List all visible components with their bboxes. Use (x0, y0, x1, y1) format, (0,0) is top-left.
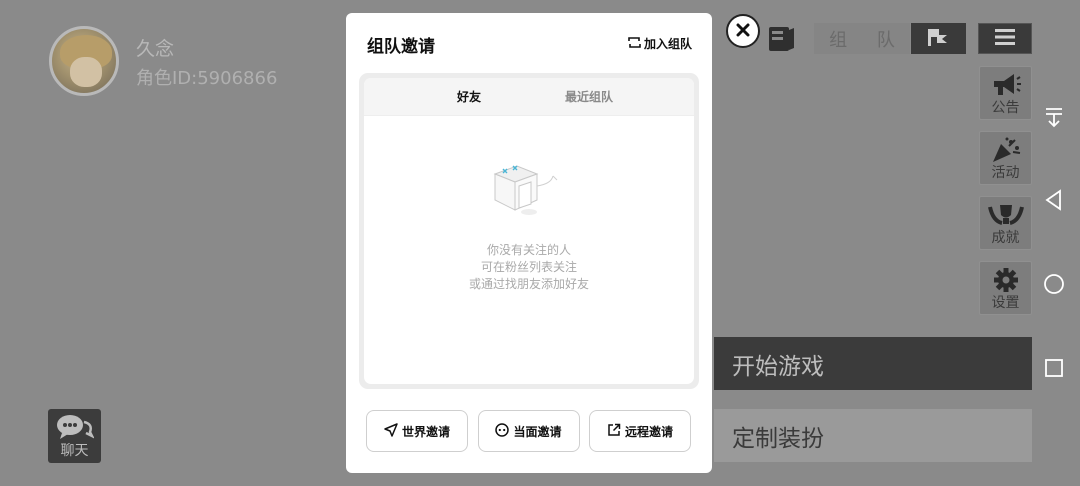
nav-home-icon[interactable] (1043, 273, 1065, 299)
remote-invite-label: 远程邀请 (624, 424, 673, 439)
nav-recents-icon[interactable] (1043, 357, 1065, 383)
customize-button[interactable]: 定制装扮 (714, 409, 1032, 462)
remote-invite-button[interactable]: 远程邀请 (589, 410, 691, 452)
empty-line: 你没有关注的人 (486, 243, 571, 257)
player-name: 久念 (136, 38, 175, 60)
team-invite-dialog: 组队邀请 加入组队 好友 最近组队 你没有关注的人 可在粉丝列表关注 或通过找朋… (346, 13, 712, 473)
sidebar-item-announcement[interactable]: 公告 (979, 66, 1032, 120)
empty-line: 或通过找朋友添加好友 (468, 277, 589, 291)
megaphone-icon (990, 71, 1022, 103)
flag-icon (926, 27, 952, 51)
face-to-face-invite-button[interactable]: 当面邀请 (477, 410, 580, 452)
panel-tabs: 好友 最近组队 (364, 78, 694, 116)
player-avatar[interactable] (49, 26, 119, 96)
send-icon (384, 422, 398, 440)
player-id: 角色ID:5906866 (136, 68, 278, 89)
face-icon (495, 422, 510, 440)
join-team-label: 加入组队 (643, 37, 692, 51)
dialog-title: 组队邀请 (367, 37, 435, 57)
gear-icon (992, 266, 1020, 298)
sidebar-item-events[interactable]: 活动 (979, 131, 1032, 185)
join-team-button[interactable]: 加入组队 (628, 35, 692, 52)
world-invite-button[interactable]: 世界邀请 (366, 410, 468, 452)
chat-button[interactable]: 聊天 (48, 409, 101, 463)
face-to-face-invite-label: 当面邀请 (513, 424, 562, 439)
close-modal-button[interactable] (726, 14, 760, 48)
trophy-wreath-icon (987, 201, 1025, 233)
handbook-icon[interactable] (766, 24, 796, 58)
chat-bubbles-icon (56, 414, 95, 444)
empty-line: 可在粉丝列表关注 (480, 260, 577, 274)
invite-options: 世界邀请 当面邀请 远程邀请 (366, 410, 691, 452)
party-popper-icon (989, 136, 1023, 168)
menu-button[interactable] (978, 23, 1032, 54)
nav-pulldown-icon[interactable] (1043, 106, 1065, 132)
external-link-icon (607, 423, 621, 440)
team-tab[interactable]: 组 队 (814, 23, 910, 54)
nav-back-icon[interactable] (1043, 189, 1065, 215)
swap-icon (628, 36, 641, 52)
sidebar-item-settings[interactable]: 设置 (979, 261, 1032, 315)
hamburger-icon (994, 28, 1016, 50)
empty-state-message: 你没有关注的人 可在粉丝列表关注 或通过找朋友添加好友 (364, 242, 694, 293)
tab-recent-teams[interactable]: 最近组队 (529, 88, 649, 105)
tab-friends[interactable]: 好友 (409, 88, 529, 105)
friends-panel: 好友 最近组队 你没有关注的人 可在粉丝列表关注 或通过找朋友添加好友 (359, 73, 699, 389)
flag-button[interactable] (911, 23, 966, 54)
world-invite-label: 世界邀请 (401, 424, 450, 439)
sidebar-item-achievements[interactable]: 成就 (979, 196, 1032, 250)
empty-box-illustration (489, 160, 569, 224)
start-game-button[interactable]: 开始游戏 (714, 337, 1032, 390)
close-icon (736, 22, 750, 41)
